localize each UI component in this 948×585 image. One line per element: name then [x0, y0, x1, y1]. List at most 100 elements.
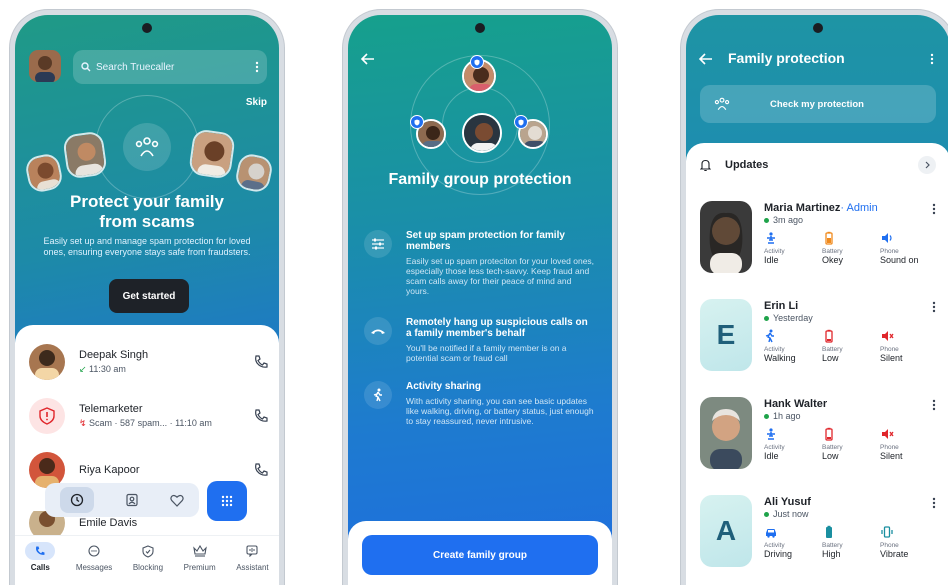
back-arrow-icon[interactable]	[698, 51, 716, 69]
silent-icon	[880, 427, 894, 441]
member-card[interactable]: A Ali Yusuf Just now Activity Driving Ba…	[700, 491, 940, 577]
updates-label: Updates	[725, 159, 769, 171]
phone-family-group-intro: Family group protection Set up spam prot…	[343, 10, 617, 585]
activity-stat: Activity Idle	[764, 231, 824, 265]
member-name: Maria Martinez	[764, 202, 841, 214]
activity-stat: Activity Driving	[764, 525, 824, 559]
walking-icon	[364, 381, 392, 409]
nav-messages[interactable]: Messages	[76, 542, 112, 572]
search-placeholder: Search Truecaller	[96, 61, 175, 73]
online-dot	[764, 218, 769, 224]
updates-header[interactable]: Updates	[700, 155, 936, 175]
feature-description: With activity sharing, you can see basic…	[406, 396, 594, 426]
stat-label: Activity	[764, 248, 785, 255]
more-options-icon[interactable]	[932, 399, 936, 411]
bottom-navigation: Calls Messages Blocking Premium Assistan…	[15, 535, 279, 585]
sliders-icon	[364, 230, 392, 258]
search-icon	[81, 62, 91, 72]
phone-stat: Phone Silent	[880, 427, 940, 461]
favorites-heart-icon[interactable]	[169, 494, 184, 507]
stat-label: Phone	[880, 346, 899, 353]
last-seen-text: 1h ago	[773, 411, 801, 421]
stat-label: Activity	[764, 346, 785, 353]
feature-title: Set up spam protection for family member…	[406, 230, 565, 252]
stat-value: Walking	[764, 353, 796, 363]
last-seen: Just now	[764, 509, 809, 519]
stat-value: High	[822, 549, 841, 559]
stat-label: Battery	[822, 346, 843, 353]
car-icon	[764, 525, 778, 539]
screen: Search Truecaller Skip Protect your fami…	[15, 15, 279, 585]
footer: Create family group	[348, 521, 612, 585]
call-row[interactable]: Deepak Singh ↙ 11:30 am	[29, 339, 269, 385]
battery-high-icon	[822, 525, 836, 539]
member-card[interactable]: E Erin Li Yesterday Activity Walking Bat…	[700, 295, 940, 381]
online-dot	[764, 414, 769, 420]
feature-description: You'll be notified if a family member is…	[406, 343, 567, 363]
contact-name: Deepak Singh	[79, 349, 149, 361]
stat-value: Low	[822, 451, 839, 461]
feature-item: Set up spam protection for family member…	[364, 230, 596, 296]
call-icon[interactable]	[253, 408, 269, 424]
stat-value: Okey	[822, 255, 844, 265]
family-photo	[62, 130, 108, 180]
nav-blocking[interactable]: Blocking	[133, 542, 163, 572]
camera-notch	[475, 23, 485, 33]
family-photo	[188, 128, 236, 180]
phone-icon	[25, 542, 56, 560]
online-dot	[764, 512, 769, 518]
feature-item: Activity sharing With activity sharing, …	[364, 381, 596, 426]
member-initial-avatar: A	[700, 495, 752, 567]
verified-shield-icon	[514, 115, 528, 129]
nav-label: Assistant	[236, 563, 269, 572]
phone-stat: Phone Vibrate	[880, 525, 940, 559]
call-row[interactable]: Telemarketer ↯ Scam · 587 spam... · 11:1…	[29, 393, 269, 439]
feature-description: Easily set up spam proteciton for your l…	[406, 256, 595, 296]
bell-icon	[700, 159, 711, 171]
member-name: Erin Li	[764, 300, 799, 312]
member-photo	[700, 397, 752, 469]
back-arrow-icon[interactable]	[360, 51, 378, 69]
shield-icon	[133, 542, 163, 560]
search-bar[interactable]: Search Truecaller	[73, 50, 267, 84]
check-protection-button[interactable]: Check my protection	[700, 85, 936, 123]
more-options-icon[interactable]	[932, 301, 936, 313]
profile-avatar[interactable]	[29, 50, 61, 82]
chevron-right-icon[interactable]	[918, 156, 936, 174]
call-icon[interactable]	[253, 462, 269, 478]
contacts-icon[interactable]	[125, 493, 139, 507]
avatar	[29, 344, 65, 380]
nav-assistant[interactable]: Assistant	[236, 542, 269, 572]
last-seen-text: 3m ago	[773, 215, 804, 225]
nav-label: Messages	[75, 563, 113, 572]
more-options-icon[interactable]	[255, 61, 259, 73]
more-options-icon[interactable]	[932, 203, 936, 215]
nav-premium[interactable]: Premium	[184, 542, 216, 572]
sound-on-icon	[880, 231, 894, 245]
phone-family-protection: Family protection Check my protection Up…	[681, 10, 948, 585]
more-options-icon[interactable]	[932, 497, 936, 509]
call-meta: Scam · 587 spam... · 11:10 am	[89, 418, 212, 428]
skip-button[interactable]: Skip	[246, 97, 267, 108]
battery-stat: Battery Low	[822, 427, 882, 461]
idle-icon	[764, 231, 778, 245]
dialpad-button[interactable]	[207, 481, 247, 521]
stat-label: Battery	[822, 444, 843, 451]
nav-label: Blocking	[132, 563, 164, 572]
member-card[interactable]: Maria Martinez· Admin 3m ago Activity Id…	[700, 197, 940, 283]
get-started-button[interactable]: Get started	[109, 279, 189, 313]
nav-calls[interactable]: Calls	[25, 542, 56, 572]
create-family-group-button[interactable]: Create family group	[362, 535, 598, 575]
assistant-icon	[237, 542, 267, 560]
battery-stat: Battery Okey	[822, 231, 882, 265]
battery-stat: Battery High	[822, 525, 882, 559]
activity-stat: Activity Walking	[764, 329, 824, 363]
member-card[interactable]: Hank Walter 1h ago Activity Idle Battery…	[700, 393, 940, 479]
member-name-row: Maria Martinez· Admin	[764, 202, 878, 214]
history-icon[interactable]	[60, 487, 95, 513]
call-icon[interactable]	[253, 354, 269, 370]
stat-value: Sound on	[880, 255, 919, 265]
warning-shield-icon	[29, 398, 65, 434]
battery-low-icon	[822, 427, 836, 441]
more-options-icon[interactable]	[930, 53, 940, 67]
